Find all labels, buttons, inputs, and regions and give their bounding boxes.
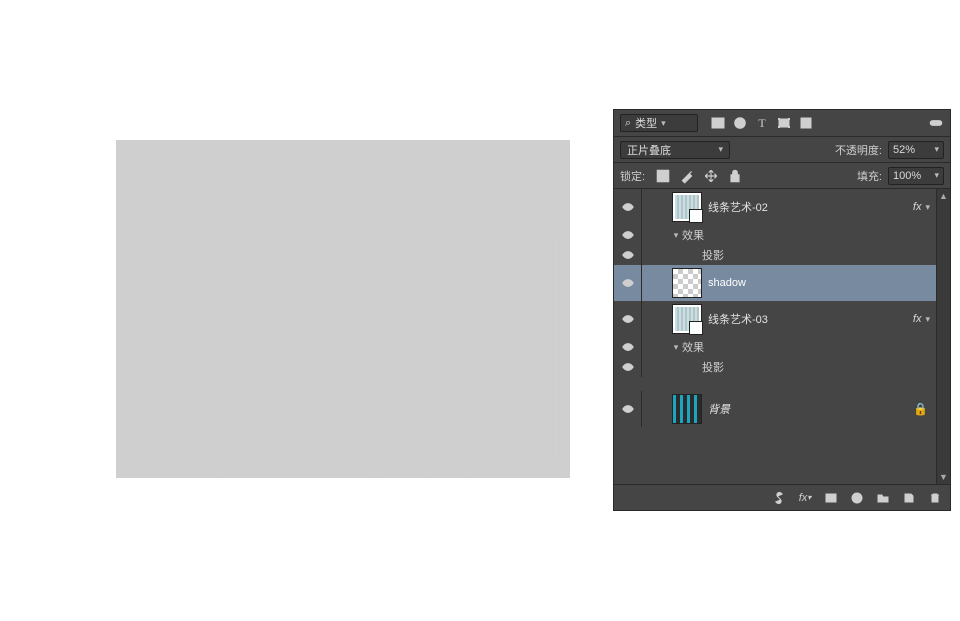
filter-smartobject-icon[interactable] [798, 115, 814, 131]
fill-label: 填充: [857, 168, 882, 184]
chevron-down-icon[interactable]: ▾ [925, 202, 930, 213]
visibility-toggle[interactable] [614, 245, 642, 265]
layer-row-layer-lineart-03[interactable]: 线条艺术-03fx▾ [614, 301, 950, 337]
visibility-toggle[interactable] [614, 391, 642, 427]
fx-badge[interactable]: fx [913, 201, 922, 213]
layer-name[interactable]: shadow [708, 277, 934, 289]
search-icon: ⌕ [625, 117, 631, 130]
chevron-down-icon: ▾ [718, 144, 723, 155]
mask-icon[interactable] [822, 489, 840, 507]
lock-all-icon[interactable] [727, 168, 743, 184]
lock-position-icon[interactable] [703, 168, 719, 184]
disclosure-triangle-icon[interactable]: ▾ [670, 230, 682, 241]
layer-name[interactable]: 背景 [708, 401, 913, 417]
filter-toggle-icon[interactable] [928, 115, 944, 131]
fill-value: 100% [893, 170, 921, 182]
layer-effect-item[interactable]: 投影 [614, 245, 950, 265]
effect-label: 效果 [682, 339, 704, 355]
layers-scrollbar[interactable]: ▲ ▼ [936, 189, 950, 484]
trash-icon[interactable] [926, 489, 944, 507]
scroll-up-icon[interactable]: ▲ [937, 189, 950, 203]
chevron-down-icon: ▾ [661, 118, 666, 129]
lock-pixels-icon[interactable] [679, 168, 695, 184]
effect-label: 投影 [702, 359, 724, 375]
chevron-down-icon: ▾ [934, 170, 939, 181]
layer-effect-item[interactable]: 投影 [614, 357, 950, 377]
effect-label: 效果 [682, 227, 704, 243]
layer-thumbnail[interactable] [672, 192, 702, 222]
effect-label: 投影 [702, 247, 724, 263]
fx-badge[interactable]: fx [913, 313, 922, 325]
layers-panel: ⌕ 类型 ▾ T 正片叠底 [613, 109, 951, 511]
visibility-toggle[interactable] [614, 337, 642, 357]
layer-name[interactable]: 线条艺术-02 [708, 199, 913, 215]
filter-shape-icon[interactable] [776, 115, 792, 131]
fill-field[interactable]: 100% ▾ [888, 167, 944, 185]
visibility-toggle[interactable] [614, 189, 642, 225]
filter-type-icon[interactable]: T [754, 115, 770, 131]
panel-lock-row: 锁定: 填充: 100% ▾ [614, 162, 950, 188]
layer-row-layer-shadow[interactable]: shadow [614, 265, 950, 301]
chevron-down-icon[interactable]: ▾ [925, 314, 930, 325]
visibility-toggle[interactable] [614, 357, 642, 377]
layers-panel-footer: fx▾ [614, 484, 950, 510]
filter-adjustment-icon[interactable] [732, 115, 748, 131]
layers-list: 线条艺术-02fx▾▾效果投影shadow线条艺术-03fx▾▾效果投影背景🔒 … [614, 188, 950, 484]
filter-pixel-icon[interactable] [710, 115, 726, 131]
lock-label: 锁定: [620, 168, 645, 184]
filter-type-label: 类型 [635, 115, 657, 131]
filter-icon-group: T [710, 115, 814, 131]
chevron-down-icon: ▾ [934, 144, 939, 155]
visibility-toggle[interactable] [614, 265, 642, 301]
layer-filter-dropdown[interactable]: ⌕ 类型 ▾ [620, 114, 698, 132]
new-layer-icon[interactable] [900, 489, 918, 507]
panel-blend-row: 正片叠底 ▾ 不透明度: 52% ▾ [614, 136, 950, 162]
document-canvas [116, 140, 570, 478]
fx-icon[interactable]: fx▾ [796, 489, 814, 507]
opacity-value: 52% [893, 144, 915, 156]
opacity-field[interactable]: 52% ▾ [888, 141, 944, 159]
layer-thumbnail[interactable] [672, 268, 702, 298]
link-icon[interactable] [770, 489, 788, 507]
layer-effects-group[interactable]: ▾效果 [614, 337, 950, 357]
adjustment-icon[interactable] [848, 489, 866, 507]
disclosure-triangle-icon[interactable]: ▾ [670, 342, 682, 353]
panel-filter-row: ⌕ 类型 ▾ T [614, 110, 950, 136]
layer-thumbnail[interactable] [672, 394, 702, 424]
blend-mode-value: 正片叠底 [627, 142, 671, 158]
layer-row-layer-lineart-02[interactable]: 线条艺术-02fx▾ [614, 189, 950, 225]
layer-thumbnail[interactable] [672, 304, 702, 334]
layer-name[interactable]: 线条艺术-03 [708, 311, 913, 327]
visibility-toggle[interactable] [614, 225, 642, 245]
visibility-toggle[interactable] [614, 301, 642, 337]
layer-row-layer-bg[interactable]: 背景🔒 [614, 391, 950, 427]
scroll-down-icon[interactable]: ▼ [937, 470, 950, 484]
group-icon[interactable] [874, 489, 892, 507]
opacity-label: 不透明度: [835, 142, 882, 158]
lock-transparent-icon[interactable] [655, 168, 671, 184]
lock-icon[interactable]: 🔒 [913, 402, 928, 416]
layer-effects-group[interactable]: ▾效果 [614, 225, 950, 245]
artwork-svg [116, 140, 570, 478]
blend-mode-dropdown[interactable]: 正片叠底 ▾ [620, 141, 730, 159]
svg-text:T: T [758, 116, 766, 130]
